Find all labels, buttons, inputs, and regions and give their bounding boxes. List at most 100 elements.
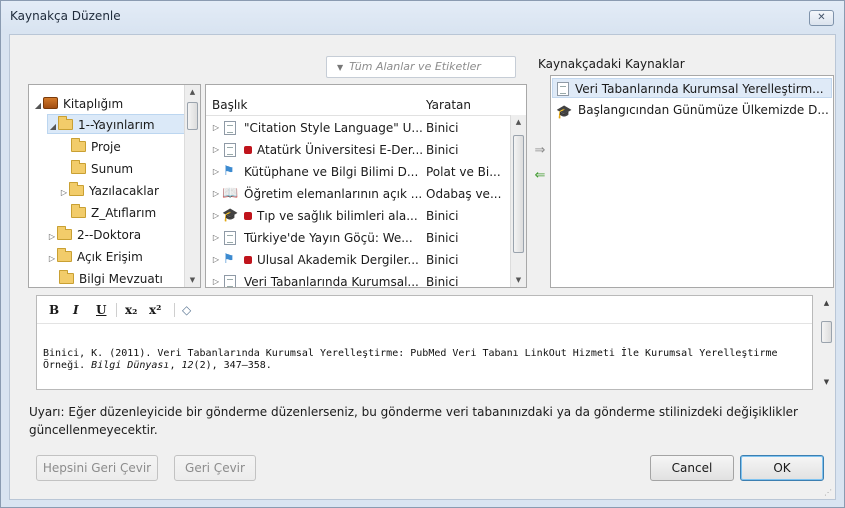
expand-icon[interactable]: ▷ bbox=[210, 183, 222, 205]
scroll-thumb[interactable] bbox=[187, 102, 198, 130]
close-icon: ✕ bbox=[817, 12, 826, 23]
scroll-down-icon[interactable]: ▼ bbox=[511, 273, 526, 287]
close-button[interactable]: ✕ bbox=[809, 10, 834, 26]
item-row[interactable]: ▷ ⚑ Kütüphane ve Bilgi Bilimi D... Polat… bbox=[206, 161, 512, 183]
folder-icon bbox=[58, 116, 73, 130]
cancel-button[interactable]: Cancel bbox=[650, 455, 734, 481]
expand-icon[interactable]: ▷ bbox=[47, 249, 57, 269]
expand-icon[interactable]: ▷ bbox=[210, 205, 222, 227]
scroll-up-icon[interactable]: ▲ bbox=[511, 115, 526, 129]
item-title: Kütüphane ve Bilgi Bilimi D... bbox=[244, 165, 419, 179]
tree-item-doktora[interactable]: ▷ 2--Doktora bbox=[47, 225, 141, 245]
italic-button[interactable]: I bbox=[73, 301, 79, 319]
superscript-button[interactable]: x² bbox=[149, 301, 161, 319]
resize-grip-icon[interactable]: ⋰ bbox=[824, 488, 832, 497]
citation-volume: 12 bbox=[181, 360, 194, 371]
item-list: Başlık Yaratan ▷ "Citation Style Languag… bbox=[205, 84, 527, 288]
chevron-down-icon[interactable]: ▼ bbox=[337, 63, 343, 72]
expand-icon[interactable]: ▷ bbox=[59, 183, 69, 203]
folder-icon bbox=[59, 270, 74, 284]
tree-item-sunum[interactable]: Sunum bbox=[71, 159, 133, 179]
item-title-cell: Ulusal Akademik Dergiler... bbox=[244, 249, 422, 271]
scroll-down-icon[interactable]: ▼ bbox=[185, 273, 200, 287]
tree-item-proje[interactable]: Proje bbox=[71, 137, 121, 157]
cited-item[interactable]: 🎓 Başlangıcından Günümüze Ülkemizde D... bbox=[552, 100, 832, 120]
editor-scrollbar[interactable]: ▲ ▼ bbox=[818, 295, 835, 390]
toolbar-divider bbox=[174, 303, 175, 317]
tree-item-yayinlarim[interactable]: ◢ 1--Yayınlarım bbox=[47, 114, 186, 134]
tree-item-library[interactable]: ◢ Kitaplığım bbox=[33, 94, 123, 114]
item-row[interactable]: ▷ "Citation Style Language" U... Binici bbox=[206, 117, 512, 139]
collapse-icon[interactable]: ◢ bbox=[33, 96, 43, 116]
item-title: Tıp ve sağlık bilimleri ala... bbox=[257, 209, 418, 223]
ok-button[interactable]: OK bbox=[740, 455, 824, 481]
tree-item-acik-erisim[interactable]: ▷ Açık Erişim bbox=[47, 247, 143, 267]
cited-item[interactable]: Veri Tabanlarında Kurumsal Yerelleştirm.… bbox=[552, 78, 832, 98]
tree-item-bilgi-mevzuati[interactable]: Bilgi Mevzuatı bbox=[59, 269, 163, 287]
item-row[interactable]: ▷ Veri Tabanlarında Kurumsal... Binici bbox=[206, 271, 512, 288]
item-title-cell: Atatürk Üniversitesi E-Der... bbox=[244, 139, 422, 161]
collapse-icon[interactable]: ◢ bbox=[48, 117, 58, 137]
column-header-title[interactable]: Başlık bbox=[212, 95, 247, 115]
remove-from-bibliography-arrow-icon[interactable]: ⇐ bbox=[532, 168, 548, 183]
tree-item-label: Kitaplığım bbox=[63, 97, 124, 111]
item-title: Veri Tabanlarında Kurumsal... bbox=[244, 275, 419, 288]
presentation-icon: ⚑ bbox=[223, 253, 239, 267]
folder-icon bbox=[57, 248, 72, 262]
underline-button[interactable]: U bbox=[96, 301, 106, 319]
folder-icon bbox=[57, 226, 72, 240]
bold-button[interactable]: B bbox=[49, 301, 59, 319]
library-icon bbox=[43, 97, 58, 109]
item-creator: Binici bbox=[426, 275, 459, 288]
subscript-button[interactable]: x₂ bbox=[125, 301, 137, 319]
revert-button[interactable]: Geri Çevir bbox=[174, 455, 256, 481]
item-row[interactable]: ▷ Atatürk Üniversitesi E-Der... Binici bbox=[206, 139, 512, 161]
item-row[interactable]: ▷ 🎓 Tıp ve sağlık bilimleri ala... Binic… bbox=[206, 205, 512, 227]
expand-icon[interactable]: ▷ bbox=[210, 117, 222, 139]
revert-all-button[interactable]: Hepsini Geri Çevir bbox=[36, 455, 158, 481]
document-icon bbox=[224, 231, 236, 245]
collection-tree: ◢ Kitaplığım ◢ 1--Yayınlarım Proje Sunum ▷… bbox=[28, 84, 201, 288]
window-title: Kaynakça Düzenle bbox=[10, 9, 121, 23]
scroll-up-icon[interactable]: ▲ bbox=[818, 299, 835, 307]
citation-editor[interactable]: B I U x₂ x² ◇ Binici, K. (2011). Veri Ta… bbox=[36, 295, 813, 390]
scroll-thumb[interactable] bbox=[821, 321, 832, 343]
items-scrollbar[interactable]: ▲ ▼ bbox=[510, 115, 526, 287]
expand-icon[interactable]: ▷ bbox=[47, 227, 57, 247]
scroll-up-icon[interactable]: ▲ bbox=[185, 85, 200, 99]
column-header-creator[interactable]: Yaratan bbox=[426, 95, 471, 115]
item-creator: Odabaş ve... bbox=[426, 187, 502, 201]
tree-item-atiflarim[interactable]: Z_Atıflarım bbox=[71, 203, 156, 223]
red-tag-icon bbox=[244, 146, 252, 154]
expand-icon[interactable]: ▷ bbox=[210, 161, 222, 183]
tree-scrollbar[interactable]: ▲ ▼ bbox=[184, 85, 200, 287]
item-row[interactable]: ▷ 📖 Öğretim elemanlarının açık ... Odaba… bbox=[206, 183, 512, 205]
tree-item-yazilacaklar[interactable]: ▷ Yazılacaklar bbox=[59, 181, 159, 201]
clear-formatting-icon[interactable]: ◇ bbox=[182, 301, 191, 319]
tree-item-label: Yazılacaklar bbox=[89, 184, 159, 198]
search-input[interactable]: ▼ Tüm Alanlar ve Etiketler bbox=[326, 56, 516, 78]
add-to-bibliography-arrow-icon[interactable]: ⇒ bbox=[532, 143, 548, 158]
tree-item-label: Z_Atıflarım bbox=[91, 206, 157, 220]
expand-icon[interactable]: ▷ bbox=[210, 227, 222, 249]
tree-item-label: Açık Erişim bbox=[77, 250, 143, 264]
expand-icon[interactable]: ▷ bbox=[210, 139, 222, 161]
book-icon: 📖 bbox=[222, 186, 239, 201]
scroll-down-icon[interactable]: ▼ bbox=[818, 378, 835, 386]
subscript-mark: ₂ bbox=[132, 303, 138, 317]
scroll-thumb[interactable] bbox=[513, 135, 524, 253]
item-title: "Citation Style Language" U... bbox=[244, 121, 422, 135]
document-icon bbox=[557, 82, 569, 96]
item-title: Atatürk Üniversitesi E-Der... bbox=[257, 143, 422, 157]
item-row[interactable]: ▷ ⚑ Ulusal Akademik Dergiler... Binici bbox=[206, 249, 512, 271]
presentation-icon: ⚑ bbox=[223, 165, 239, 179]
citation-part2: (2), 347–358. bbox=[193, 360, 272, 371]
editor-toolbar: B I U x₂ x² ◇ bbox=[37, 296, 812, 324]
expand-icon[interactable]: ▷ bbox=[210, 249, 222, 271]
item-row[interactable]: ▷ Türkiye'de Yayın Göçü: We... Binici bbox=[206, 227, 512, 249]
citation-text[interactable]: Binici, K. (2011). Veri Tabanlarında Kur… bbox=[43, 348, 783, 372]
dialog-body: ▼ Tüm Alanlar ve Etiketler Kaynakçadaki K… bbox=[9, 34, 836, 500]
cited-sources-list: Veri Tabanlarında Kurumsal Yerelleştirm.… bbox=[550, 75, 834, 288]
expand-icon[interactable]: ▷ bbox=[210, 271, 222, 287]
document-icon bbox=[224, 121, 236, 135]
